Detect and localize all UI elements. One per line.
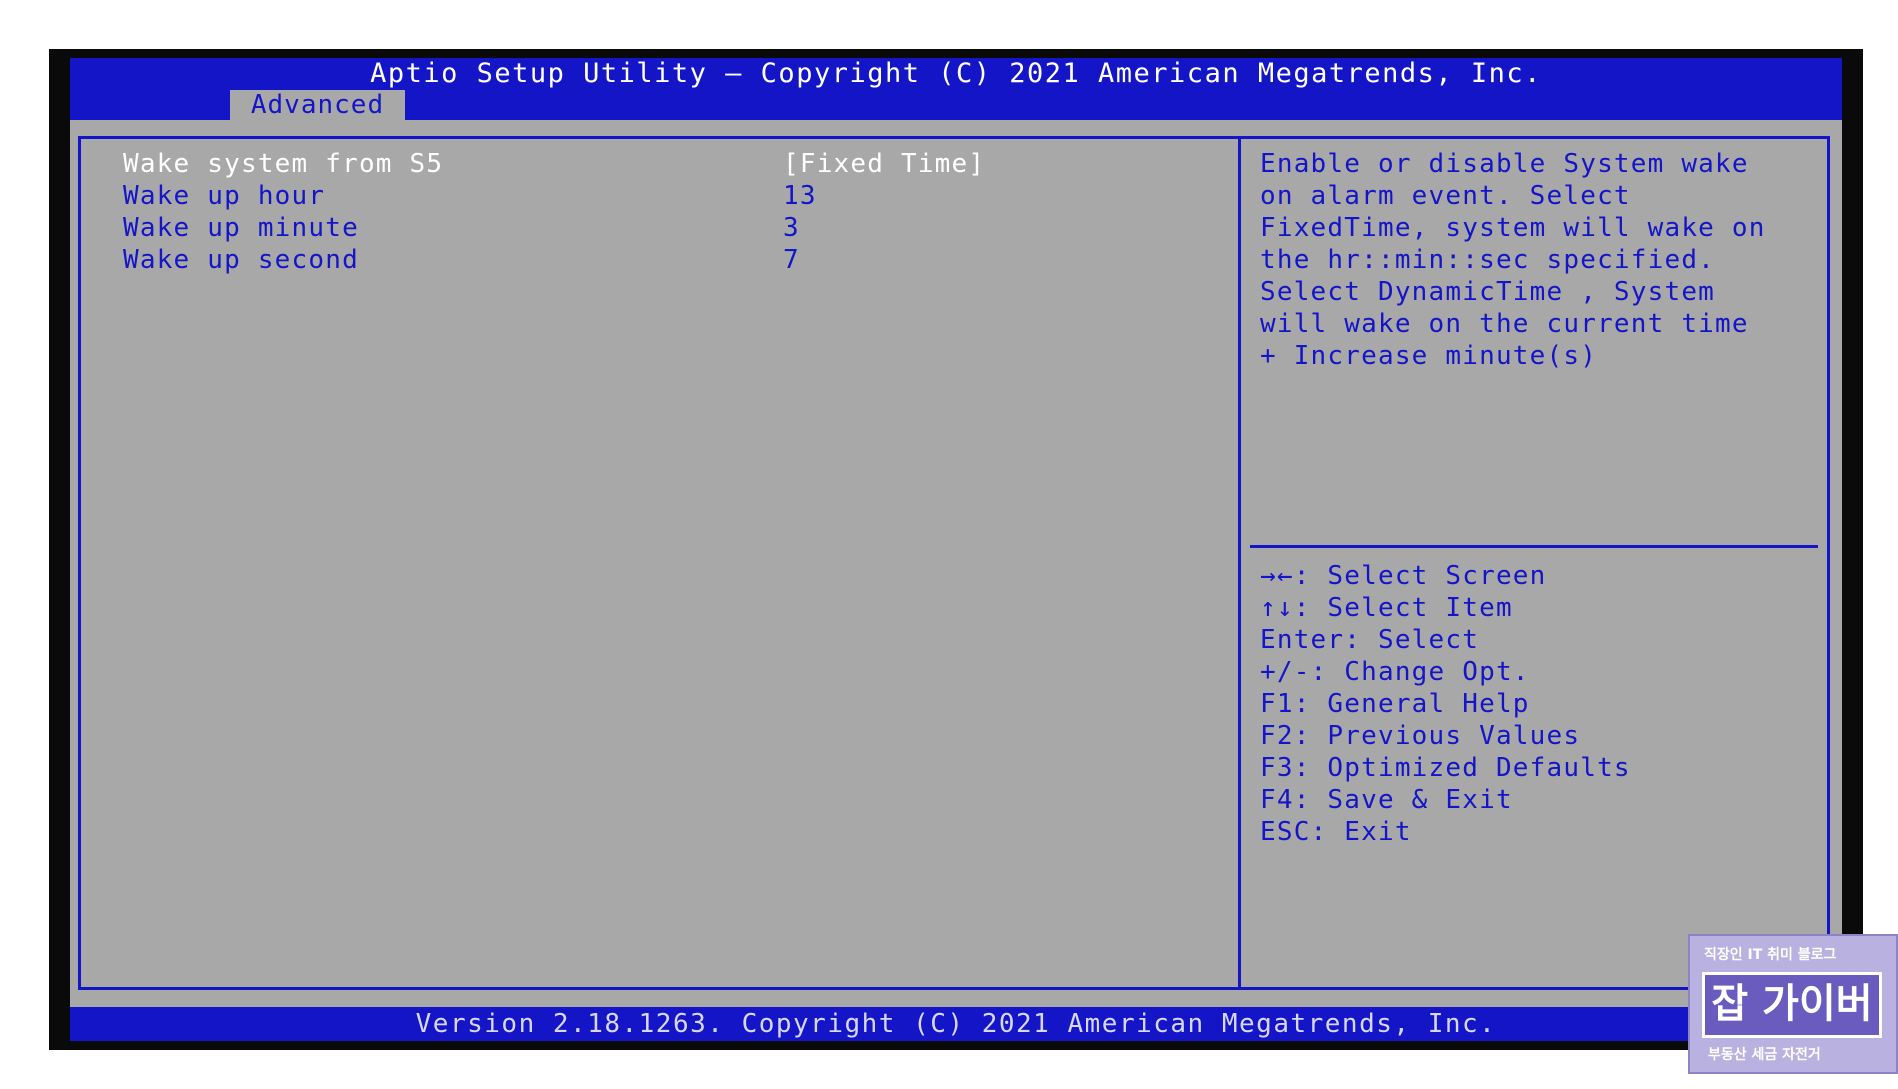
status-bar: Version 2.18.1263. Copyright (C) 2021 Am…: [70, 1007, 1842, 1041]
watermark-main-text: 잡 가이버: [1702, 972, 1882, 1038]
key-hint-select-item: ↑↓: Select Item: [1260, 593, 1513, 623]
help-text-line: + Increase minute(s): [1260, 341, 1598, 371]
bios-setup-screen: Aptio Setup Utility – Copyright (C) 2021…: [70, 58, 1842, 1041]
setting-wake-up-second[interactable]: Wake up second 7: [123, 244, 799, 276]
title-bar: Aptio Setup Utility – Copyright (C) 2021…: [70, 58, 1842, 120]
key-hint-select-screen: →←: Select Screen: [1260, 561, 1547, 591]
app-title: Aptio Setup Utility – Copyright (C) 2021…: [370, 58, 1542, 89]
help-text-line: will wake on the current time: [1260, 309, 1749, 339]
setting-value[interactable]: [Fixed Time]: [783, 148, 985, 180]
help-text-line: Enable or disable System wake: [1260, 149, 1749, 179]
key-hint-f1: F1: General Help: [1260, 689, 1530, 719]
setting-wake-up-hour[interactable]: Wake up hour 13: [123, 180, 816, 212]
help-text-line: Select DynamicTime , System: [1260, 277, 1716, 307]
setting-value[interactable]: 7: [783, 244, 800, 276]
key-legend: →←: Select Screen ↑↓: Select Item Enter:…: [1260, 560, 1820, 848]
setting-value[interactable]: 3: [783, 212, 800, 244]
help-panel: Enable or disable System wake on alarm e…: [1260, 148, 1820, 372]
help-text-line: on alarm event. Select: [1260, 181, 1631, 211]
help-text-line: the hr::min::sec specified.: [1260, 245, 1716, 275]
watermark-top-text: 직장인 IT 취미 블로그: [1704, 947, 1837, 963]
tab-advanced[interactable]: Advanced: [230, 90, 405, 120]
setting-label: Wake up hour: [123, 181, 326, 211]
version-text: Version 2.18.1263. Copyright (C) 2021 Am…: [415, 1009, 1497, 1039]
key-hint-enter: Enter: Select: [1260, 625, 1480, 655]
help-text-line: FixedTime, system will wake on: [1260, 213, 1766, 243]
setting-value[interactable]: 13: [783, 180, 817, 212]
help-divider: [1250, 545, 1818, 548]
setting-wake-system-from-s5[interactable]: Wake system from S5 [Fixed Time]: [123, 148, 984, 180]
setting-label: Wake system from S5: [123, 149, 444, 179]
key-hint-f2: F2: Previous Values: [1260, 721, 1581, 751]
setting-wake-up-minute[interactable]: Wake up minute 3: [123, 212, 799, 244]
key-hint-esc: ESC: Exit: [1260, 817, 1412, 847]
blog-watermark-logo: 직장인 IT 취미 블로그 잡 가이버 부동산 세금 자전거: [1688, 934, 1898, 1074]
panel-divider: [1238, 136, 1241, 990]
setting-label: Wake up second: [123, 245, 359, 275]
key-hint-f4: F4: Save & Exit: [1260, 785, 1513, 815]
setting-label: Wake up minute: [123, 213, 359, 243]
key-hint-change-opt: +/-: Change Opt.: [1260, 657, 1530, 687]
key-hint-f3: F3: Optimized Defaults: [1260, 753, 1631, 783]
watermark-bottom-text: 부동산 세금 자전거: [1708, 1047, 1821, 1063]
